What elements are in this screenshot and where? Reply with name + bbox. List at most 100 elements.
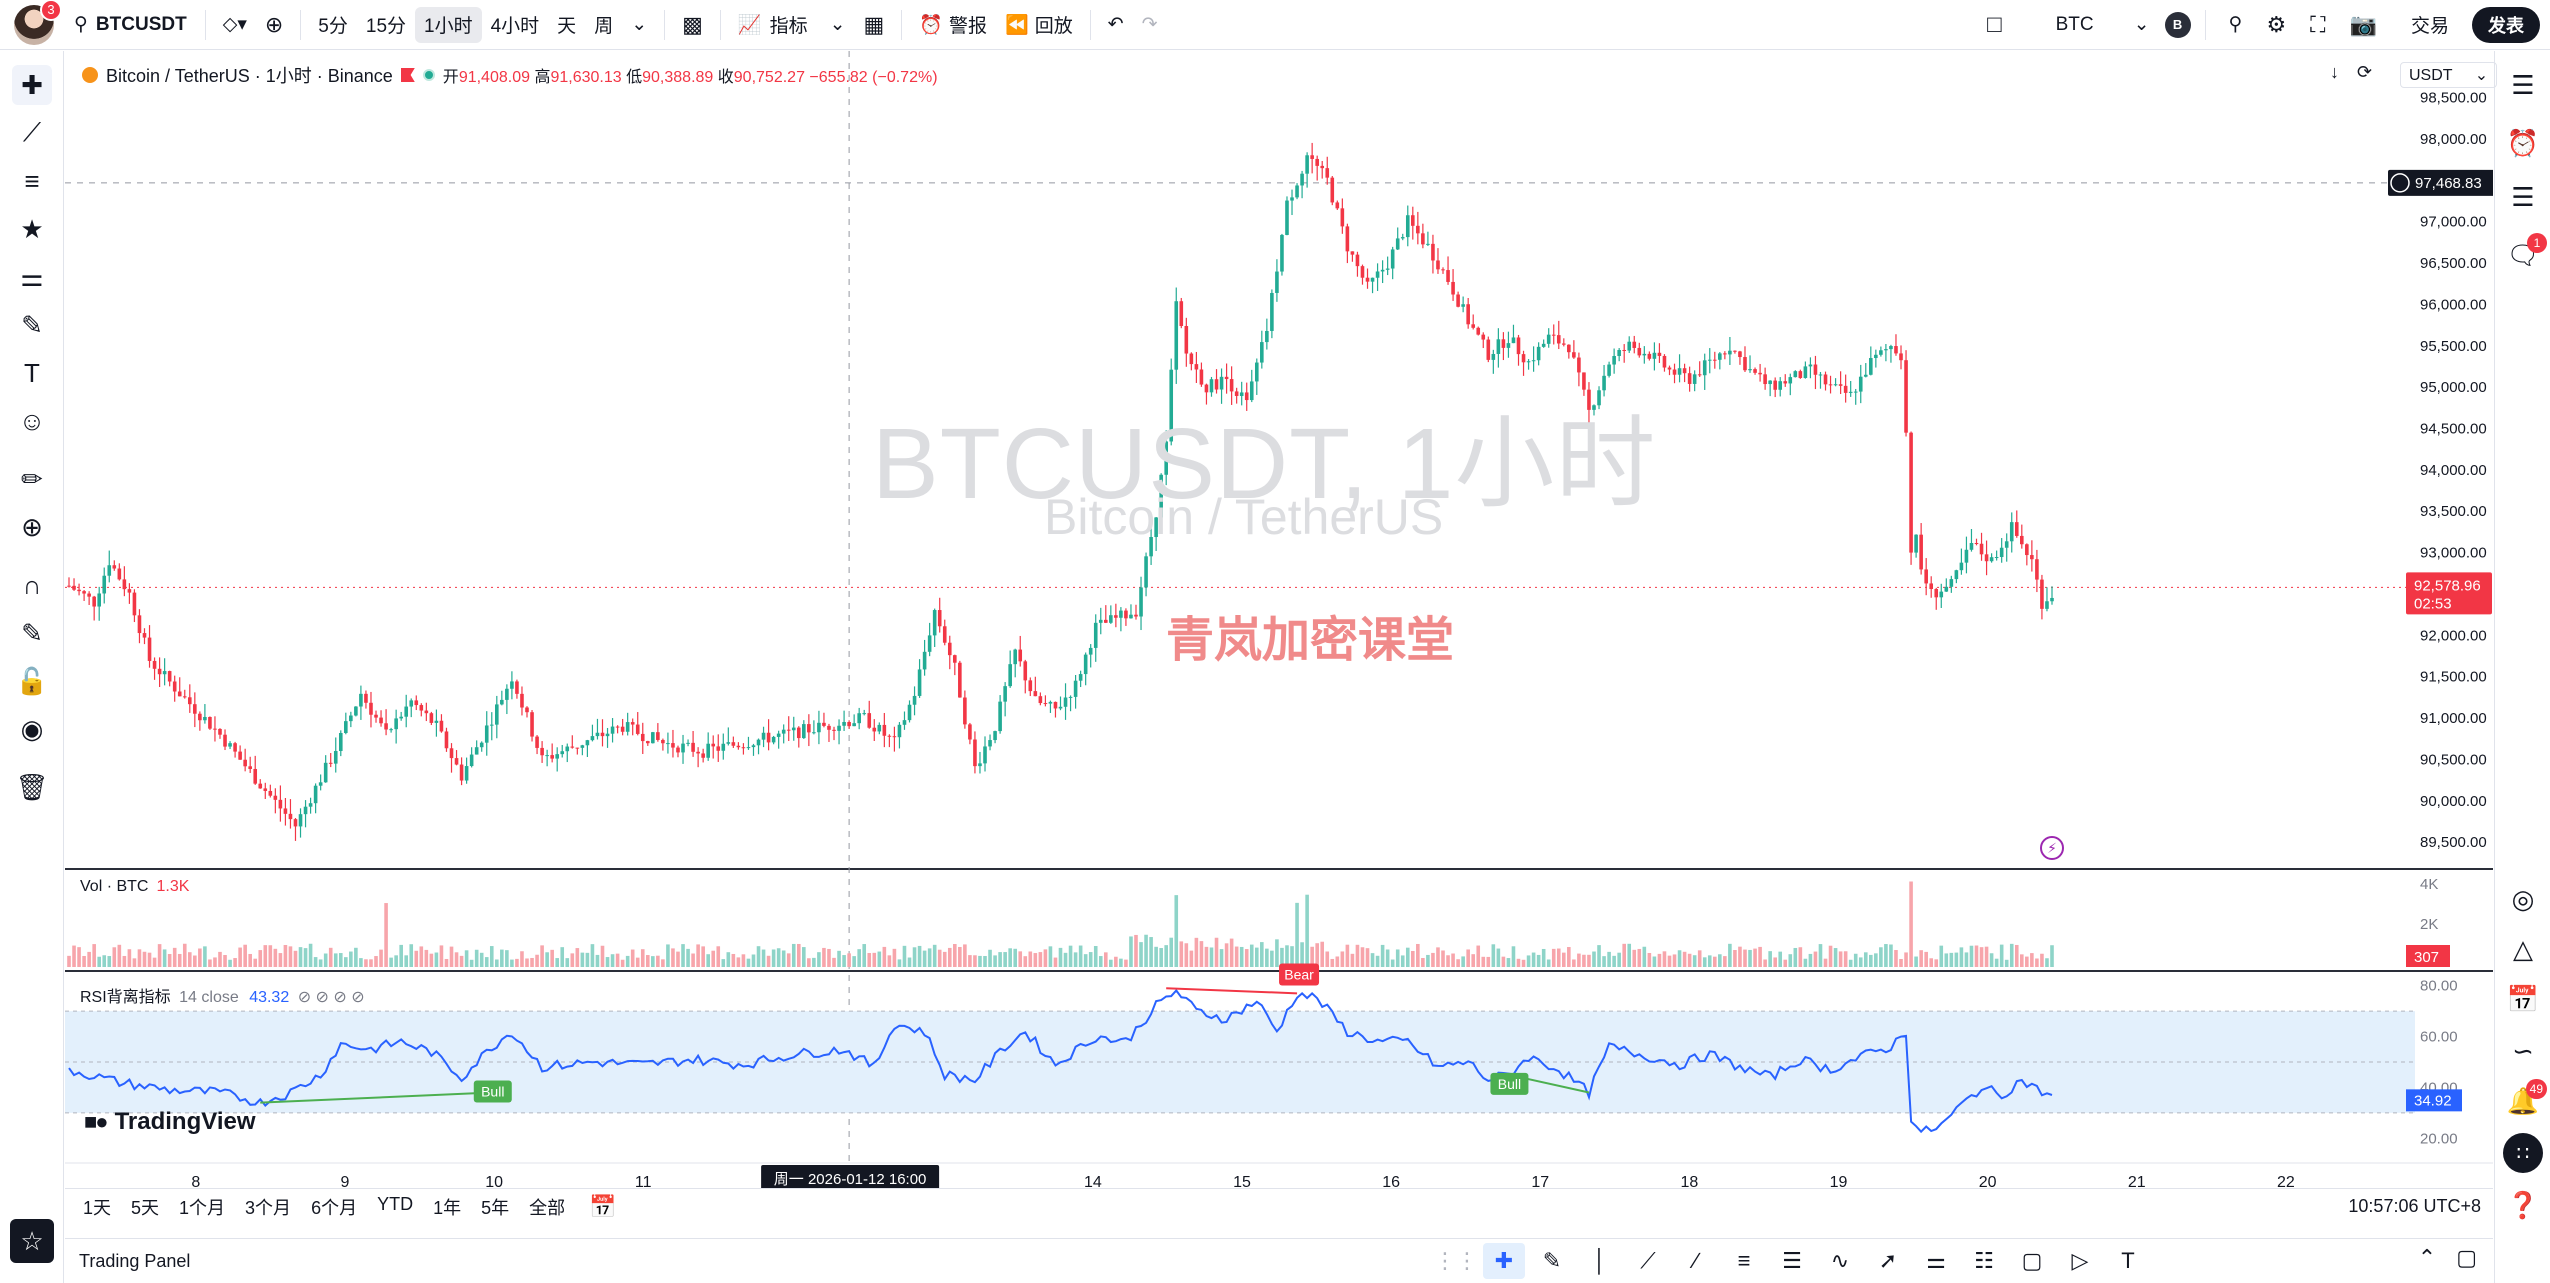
interval-button[interactable]: 周 xyxy=(585,7,622,43)
symbol-title[interactable]: Bitcoin / TetherUS · 1小时 · Binance xyxy=(106,62,393,88)
unit-selector[interactable]: USDT ⌄ xyxy=(2400,62,2498,88)
volume-bar xyxy=(72,945,76,967)
candle-body xyxy=(1577,357,1581,373)
restore-icon[interactable]: ⟳ xyxy=(2357,62,2372,83)
volume-bar xyxy=(2020,954,2024,967)
interval-button[interactable]: 天 xyxy=(548,7,585,43)
chat-icon[interactable]: 🗨 1 xyxy=(2503,233,2547,275)
interval-button[interactable]: 4小时 xyxy=(482,7,549,43)
rectangle-icon[interactable]: ▢ xyxy=(2011,1243,2053,1279)
goto-date-icon[interactable]: 📅 xyxy=(589,1194,616,1220)
volume-bar xyxy=(268,945,273,967)
quick-search-button[interactable]: ⚲ xyxy=(2220,7,2252,43)
chart-type-button[interactable]: ▩ xyxy=(673,7,712,43)
volume-bar xyxy=(328,947,333,967)
candle-body xyxy=(1869,358,1873,375)
pattern-icon[interactable]: ★ xyxy=(12,209,52,249)
range-button[interactable]: 3个月 xyxy=(235,1194,301,1220)
indicators-button[interactable]: 📈 指标 ⌄ xyxy=(729,7,855,43)
favorites-star-icon[interactable]: ☆ xyxy=(10,1219,54,1263)
vertical-line-icon[interactable]: │ xyxy=(1579,1243,1621,1279)
layout-templates-button[interactable]: ▦ xyxy=(855,7,894,43)
compare-symbol-button[interactable]: ◇▾ xyxy=(214,7,256,43)
gann-icon[interactable]: ☷ xyxy=(1963,1243,2005,1279)
tradingview-logo[interactable]: ■● TradingView xyxy=(84,1108,256,1136)
snapshot-button[interactable]: 📷 xyxy=(2341,7,2386,43)
layers-icon[interactable]: ☰ xyxy=(2503,177,2543,217)
fib-icon[interactable]: ☰ xyxy=(1771,1243,1813,1279)
chevron-up-icon[interactable]: ⌃ xyxy=(2418,1245,2436,1271)
brush-icon[interactable]: ✎ xyxy=(1531,1243,1573,1279)
crosshair-icon[interactable]: ✚ xyxy=(12,65,52,105)
arrow-down-icon[interactable]: ↓ xyxy=(2330,62,2339,83)
replay-button[interactable]: ⏪ 回放 xyxy=(996,7,1082,43)
fib-retracement-icon[interactable]: ≡ xyxy=(12,161,52,201)
settings-button[interactable]: ⚙ xyxy=(2257,7,2295,43)
lock-icon[interactable]: 🔓 xyxy=(12,661,52,701)
text-icon[interactable]: T xyxy=(2107,1243,2149,1279)
apps-icon[interactable]: ∷ xyxy=(2503,1133,2543,1173)
text-icon[interactable]: T xyxy=(12,353,52,393)
pitchfork-icon[interactable]: ≡ xyxy=(1723,1243,1765,1279)
lock-pencil-icon[interactable]: ✎ xyxy=(12,613,52,653)
trade-button[interactable]: 交易 xyxy=(2402,7,2458,43)
magnet-icon[interactable]: ∩ xyxy=(12,565,52,605)
range-button[interactable]: 5天 xyxy=(121,1194,169,1220)
alarm-clock-icon[interactable]: ⏰ xyxy=(2503,123,2543,163)
volume-bar xyxy=(1350,953,1355,967)
layout-button[interactable]: □ xyxy=(1978,7,2011,43)
trading-panel-tab[interactable]: Trading Panel xyxy=(65,1251,190,1272)
eye-icon[interactable]: ◉ xyxy=(12,709,52,749)
interval-button[interactable]: 5分 xyxy=(309,7,357,43)
trash-icon[interactable]: 🗑 xyxy=(12,767,52,807)
path-icon[interactable]: ➚ xyxy=(1867,1243,1909,1279)
price-axis-label: 98,000.00 xyxy=(2420,131,2487,148)
user-avatar[interactable]: 3 xyxy=(14,0,62,45)
forecasting-icon[interactable]: ⚌ xyxy=(12,257,52,297)
range-button[interactable]: 全部 xyxy=(519,1194,575,1220)
undo-button[interactable]: ↶ xyxy=(1099,7,1133,43)
brush-icon[interactable]: ✎ xyxy=(12,305,52,345)
currency-selector[interactable]: BTC ⌄ xyxy=(2047,7,2159,43)
drag-handle-icon[interactable]: ⋮⋮ xyxy=(1434,1243,1478,1279)
range-button[interactable]: 1个月 xyxy=(169,1194,235,1220)
range-button[interactable]: 6个月 xyxy=(301,1194,367,1220)
interval-button[interactable]: 15分 xyxy=(357,7,415,43)
ideas-icon[interactable]: △ xyxy=(2503,929,2543,969)
fullscreen-button[interactable]: ⛶ xyxy=(2301,7,2334,43)
crosshair-icon[interactable]: ✚ xyxy=(1483,1243,1525,1279)
calendar-icon[interactable]: 📅 xyxy=(2503,979,2543,1019)
symbol-search[interactable]: ⚲ BTCUSDT xyxy=(64,13,197,36)
bell-icon[interactable]: 🔔 49 xyxy=(2503,1079,2547,1121)
publish-button[interactable]: 发表 xyxy=(2472,6,2540,43)
maximize-panel-icon[interactable]: ▢ xyxy=(2456,1245,2477,1271)
volume-bar xyxy=(1687,953,1692,967)
range-button[interactable]: 1天 xyxy=(73,1194,121,1220)
news-stream-icon[interactable]: ∽ xyxy=(2503,1031,2543,1071)
target-icon[interactable]: ◎ xyxy=(2503,879,2543,919)
help-icon[interactable]: ❓ xyxy=(2503,1185,2543,1225)
emoji-icon[interactable]: ☺ xyxy=(12,401,52,441)
exchange-badge[interactable]: B xyxy=(2164,11,2191,38)
flag-icon[interactable] xyxy=(400,68,415,82)
interval-dropdown[interactable]: ⌄ xyxy=(622,7,656,43)
range-button[interactable]: 5年 xyxy=(471,1194,519,1220)
interval-button[interactable]: 1小时 xyxy=(415,6,482,43)
channel-icon[interactable]: ⚌ xyxy=(1915,1243,1957,1279)
alert-button[interactable]: ⏰ 警报 xyxy=(910,7,996,43)
ray-icon[interactable]: ⟋ xyxy=(1627,1243,1669,1279)
trend-line-icon[interactable]: ⟋ xyxy=(12,113,52,153)
watchlist-icon[interactable]: ☰ xyxy=(2503,65,2543,105)
trend-line-icon[interactable]: ∕ xyxy=(1675,1243,1717,1279)
zoom-in-icon[interactable]: ⊕ xyxy=(12,507,52,547)
add-symbol-button[interactable]: ⊕ xyxy=(256,7,292,43)
candle-body xyxy=(1884,349,1888,351)
range-button[interactable]: 1年 xyxy=(423,1194,471,1220)
play-icon[interactable]: ▷ xyxy=(2059,1243,2101,1279)
wave-icon[interactable]: ∿ xyxy=(1819,1243,1861,1279)
clock-label[interactable]: 10:57:06 UTC+8 xyxy=(2348,1196,2493,1217)
range-button[interactable]: YTD xyxy=(367,1194,423,1220)
ruler-icon[interactable]: ✏ xyxy=(12,459,52,499)
redo-button[interactable]: ↷ xyxy=(1133,7,1167,43)
volume-bar xyxy=(1899,958,1903,967)
